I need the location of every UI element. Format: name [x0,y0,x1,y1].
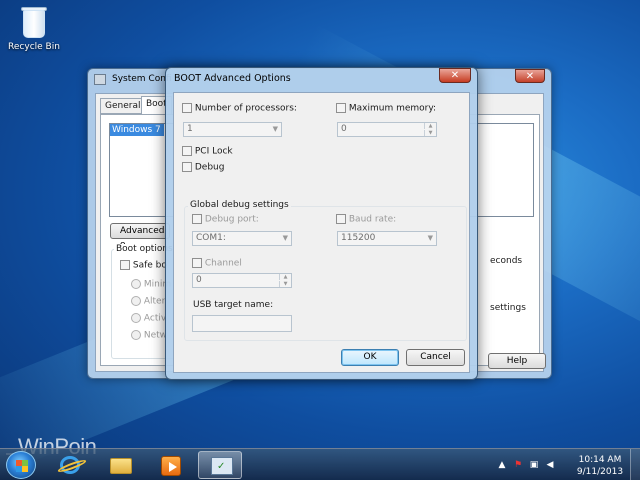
num-processors-select[interactable]: 1 ▼ [183,122,282,137]
cancel-button[interactable]: Cancel [406,349,465,366]
start-button[interactable] [6,451,36,479]
show-desktop-button[interactable] [630,449,640,480]
taskbar-media-player[interactable] [148,451,192,479]
radio-button[interactable] [131,313,141,323]
radio-button[interactable] [131,279,141,289]
chevron-down-icon: ▼ [282,234,288,242]
msconfig-icon: ✓ [211,457,233,475]
media-player-icon [161,456,181,476]
internet-explorer-icon [56,456,88,474]
dialog-client: Number of processors: 1 ▼ Maximum memory… [173,92,470,373]
action-center-icon[interactable]: ⚑ [512,459,524,471]
window-title: System Confi [112,74,172,84]
baud-rate-checkbox[interactable] [336,214,346,224]
radio-option[interactable]: Activ [131,313,166,324]
close-button[interactable]: ✕ [515,69,545,83]
windows-logo-icon [16,460,28,472]
close-icon: ✕ [525,71,535,82]
num-processors-checkbox[interactable] [182,103,192,113]
network-icon[interactable]: ▣ [528,459,540,471]
ok-button[interactable]: OK [341,349,399,366]
desktop: Recycle Bin System Confi ✕ General Boot … [0,0,640,480]
radio-option[interactable]: Alter [131,296,165,307]
recycle-bin-icon [19,4,49,40]
radio-button[interactable] [131,330,141,340]
usb-target-input[interactable] [192,315,292,332]
max-memory-value: 0 [341,124,347,134]
clock-date: 9/11/2013 [576,467,624,477]
chevron-down-icon: ▼ [427,234,433,242]
global-debug-title: Global debug settings [188,200,291,210]
max-memory-row[interactable]: Maximum memory: [336,103,436,114]
msconfig-icon [94,74,106,85]
recycle-bin-shortcut[interactable]: Recycle Bin [4,4,64,52]
baud-rate-label: Baud rate: [348,214,397,225]
chevron-down-icon: ▼ [272,125,278,133]
close-button[interactable]: ✕ [439,68,471,83]
radio-label: Activ [143,313,167,324]
radio-label: Netw [143,330,168,341]
pci-lock-row[interactable]: PCI Lock [182,146,233,157]
num-processors-label: Number of processors: [194,103,297,114]
num-processors-value: 1 [187,124,193,134]
help-button[interactable]: Help [488,353,546,369]
show-hidden-icons-icon[interactable]: ▲ [496,459,508,471]
spin-up-icon[interactable]: ▲ [424,123,436,129]
close-icon: ✕ [450,70,460,81]
debug-port-select[interactable]: COM1: ▼ [192,231,292,246]
debug-port-row[interactable]: Debug port: [192,214,259,225]
recycle-bin-label: Recycle Bin [8,42,60,52]
max-memory-label: Maximum memory: [348,103,437,114]
taskbar-internet-explorer[interactable] [48,451,92,479]
settings-label: settings [490,303,526,313]
debug-port-value: COM1: [196,233,226,243]
channel-spinner[interactable]: 0 ▲ ▼ [192,273,292,288]
baud-rate-row[interactable]: Baud rate: [336,214,396,225]
tab-general[interactable]: General [100,98,146,114]
os-list-item[interactable]: Windows 7 (C [110,124,164,136]
debug-row[interactable]: Debug [182,162,224,173]
advanced-options-button[interactable]: Advanced o [110,223,170,250]
safe-boot-label: Safe bo [132,260,167,271]
dialog-title: BOOT Advanced Options [174,73,291,84]
channel-label: Channel [204,258,242,269]
taskbar-system-configuration[interactable]: ✓ [198,451,242,479]
taskbar: ✓ ▲ ⚑ ▣ ◀ 10:14 AM 9/11/2013 [0,448,640,480]
channel-value: 0 [196,275,202,285]
spin-up-icon[interactable]: ▲ [279,274,291,280]
num-processors-row[interactable]: Number of processors: [182,103,297,114]
boot-advanced-options-dialog: BOOT Advanced Options ✕ Number of proces… [165,67,478,380]
debug-label: Debug [194,162,225,173]
volume-icon[interactable]: ◀ [544,459,556,471]
channel-checkbox[interactable] [192,258,202,268]
folder-icon [110,458,132,474]
pci-lock-label: PCI Lock [194,146,233,157]
channel-row[interactable]: Channel [192,258,242,269]
debug-port-label: Debug port: [204,214,259,225]
clock-time: 10:14 AM [578,455,622,465]
usb-target-label: USB target name: [193,300,274,310]
safe-boot-checkbox[interactable] [120,260,130,270]
baud-rate-value: 115200 [341,233,376,243]
spin-down-icon[interactable]: ▼ [279,281,291,287]
spin-down-icon[interactable]: ▼ [424,130,436,136]
max-memory-checkbox[interactable] [336,103,346,113]
pci-lock-checkbox[interactable] [182,146,192,156]
baud-rate-select[interactable]: 115200 ▼ [337,231,437,246]
max-memory-spinner[interactable]: 0 ▲ ▼ [337,122,437,137]
system-tray: ▲ ⚑ ▣ ◀ 10:14 AM 9/11/2013 [490,449,640,480]
radio-option[interactable]: Netw [131,330,167,341]
clock[interactable]: 10:14 AM 9/11/2013 [576,454,624,478]
radio-button[interactable] [131,296,141,306]
debug-port-checkbox[interactable] [192,214,202,224]
debug-checkbox[interactable] [182,162,192,172]
radio-label: Alter [143,296,166,307]
taskbar-explorer[interactable] [98,451,142,479]
timeout-seconds-label: econds [490,256,523,266]
safe-boot-row[interactable]: Safe bo [120,260,167,271]
